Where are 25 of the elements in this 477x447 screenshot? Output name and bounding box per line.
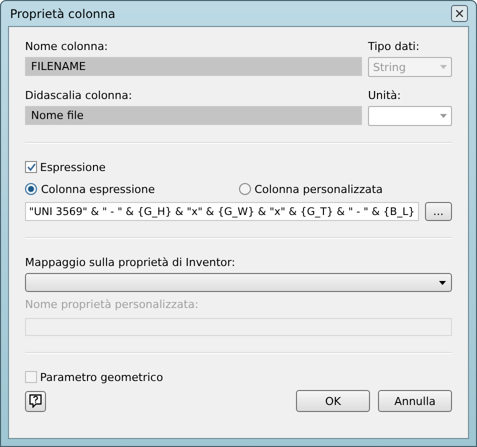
radio-button[interactable]: Colonna espressione [25, 180, 238, 198]
radio-button[interactable]: Colonna personalizzata [238, 180, 452, 198]
field-label: Nome proprietà personalizzata: [25, 296, 200, 312]
column-caption-field[interactable]: Nome file [25, 106, 362, 125]
dropdown-arrow-icon [440, 114, 447, 118]
inventor-property-dropdown[interactable] [25, 273, 452, 292]
window-title: Proprietà colonna [10, 6, 116, 20]
dropdown-arrow-icon [439, 280, 446, 284]
field-label: Tipo dati: [368, 38, 420, 54]
field-label: Unità: [368, 88, 402, 104]
field-label: Didascalia colonna: [25, 88, 134, 104]
close-button[interactable] [451, 5, 468, 22]
expression-field[interactable]: "UNI 3569" & " - " & {G_H} & "x" & {G_W} & "x" & {G_T} & " - " & {B_L} [25, 202, 419, 221]
dialog-button[interactable]: Annulla [378, 390, 452, 412]
close-icon [456, 10, 463, 17]
expression-checkbox[interactable]: Espressione [25, 158, 452, 176]
dropdown-arrow-icon [440, 65, 447, 69]
help-icon [29, 394, 42, 408]
help-button[interactable] [25, 390, 46, 412]
field-label: Mappaggio sulla proprietà di Inventor: [25, 254, 236, 270]
browse-button[interactable]: ... [424, 202, 452, 221]
checkmark-icon [26, 163, 36, 171]
dialog-button[interactable]: OK [296, 390, 370, 412]
field-label: Nome colonna: [25, 38, 109, 54]
column-name-field[interactable]: FILENAME [25, 57, 362, 76]
